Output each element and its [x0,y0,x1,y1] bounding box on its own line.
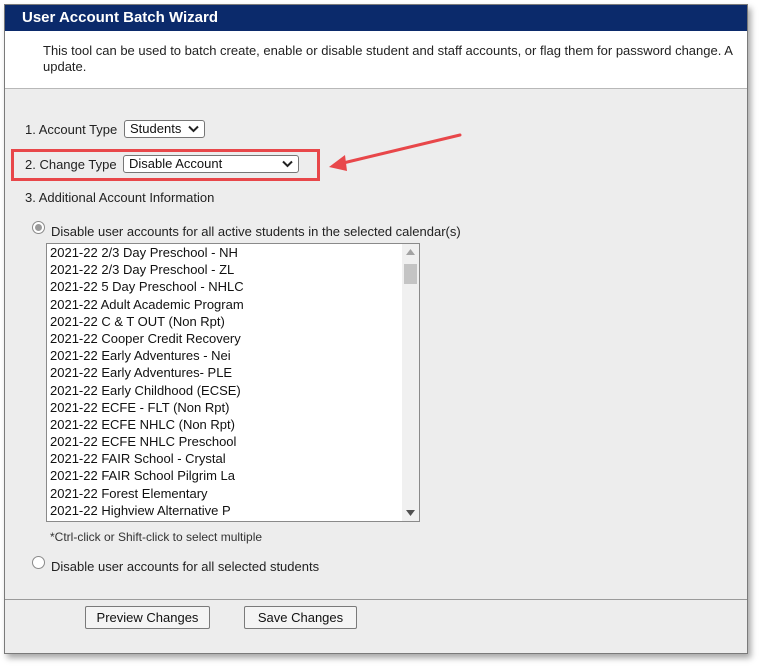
students-option-radio[interactable] [32,556,45,569]
account-type-select[interactable]: Students [124,120,205,138]
callout-arrow-icon [329,133,462,171]
preview-changes-button[interactable]: Preview Changes [85,606,210,629]
calendar-option-label: Disable user accounts for all active stu… [51,224,461,239]
multi-select-hint: *Ctrl-click or Shift-click to select mul… [50,530,263,544]
students-option-label: Disable user accounts for all selected s… [51,559,320,574]
account-type-label: 1. Account Type [25,122,118,137]
window-title: User Account Batch Wizard [5,5,747,31]
calendar-list-item[interactable]: 2021-22 2/3 Day Preschool - NH [50,244,244,261]
scroll-down-arrow-icon[interactable] [406,510,415,516]
calendar-list-item[interactable]: 2021-22 ECFE NHLC Preschool [50,433,244,450]
account-type-value: Students [130,121,182,136]
description-line-2: update. [43,59,87,74]
calendar-list-item[interactable]: 2021-22 Highview Alternative P [50,502,244,519]
calendar-list-item[interactable]: 2021-22 FAIR School Pilgrim La [50,467,244,484]
save-changes-button[interactable]: Save Changes [244,606,357,629]
calendar-option-radio[interactable] [32,221,45,234]
chevron-down-icon [282,160,293,168]
change-type-select[interactable]: Disable Account [123,155,299,173]
calendar-list-item[interactable]: 2021-22 Early Adventures- PLE [50,364,244,381]
calendar-list-item[interactable]: 2021-22 C & T OUT (Non Rpt) [50,313,244,330]
calendar-list-item[interactable]: 2021-22 ECFE NHLC (Non Rpt) [50,416,244,433]
chevron-down-icon [188,125,199,133]
calendar-list-item[interactable]: 2021-22 Early Adventures - Nei [50,347,244,364]
additional-info-label: 3. Additional Account Information [25,190,215,205]
description-line-1: This tool can be used to batch create, e… [43,43,733,58]
change-type-value: Disable Account [129,156,223,171]
calendar-list-item[interactable]: 2021-22 Adult Academic Program [50,296,244,313]
calendar-list-item[interactable]: 2021-22 2/3 Day Preschool - ZL [50,261,244,278]
calendar-list-item[interactable]: 2021-22 FAIR School - Crystal [50,450,244,467]
calendar-list-item[interactable]: 2021-22 Early Childhood (ECSE) [50,382,244,399]
wizard-window: User Account Batch Wizard This tool can … [4,4,748,654]
calendar-list-item[interactable]: 2021-22 5 Day Preschool - NHLC [50,278,244,295]
calendar-list: 2021-22 2/3 Day Preschool - NH 2021-22 2/… [50,244,244,519]
calendar-list-item[interactable]: 2021-22 Forest Elementary [50,485,244,502]
scroll-up-arrow-icon[interactable] [406,249,415,255]
description-panel: This tool can be used to batch create, e… [5,31,747,89]
change-type-label: 2. Change Type [25,157,117,172]
footer-divider [5,599,747,600]
calendar-list-item[interactable]: 2021-22 ECFE - FLT (Non Rpt) [50,399,244,416]
scrollbar-thumb[interactable] [404,264,417,284]
listbox-scrollbar[interactable] [402,244,419,521]
calendar-list-item[interactable]: 2021-22 Cooper Credit Recovery [50,330,244,347]
calendar-listbox[interactable]: 2021-22 2/3 Day Preschool - NH 2021-22 2/… [46,243,420,522]
